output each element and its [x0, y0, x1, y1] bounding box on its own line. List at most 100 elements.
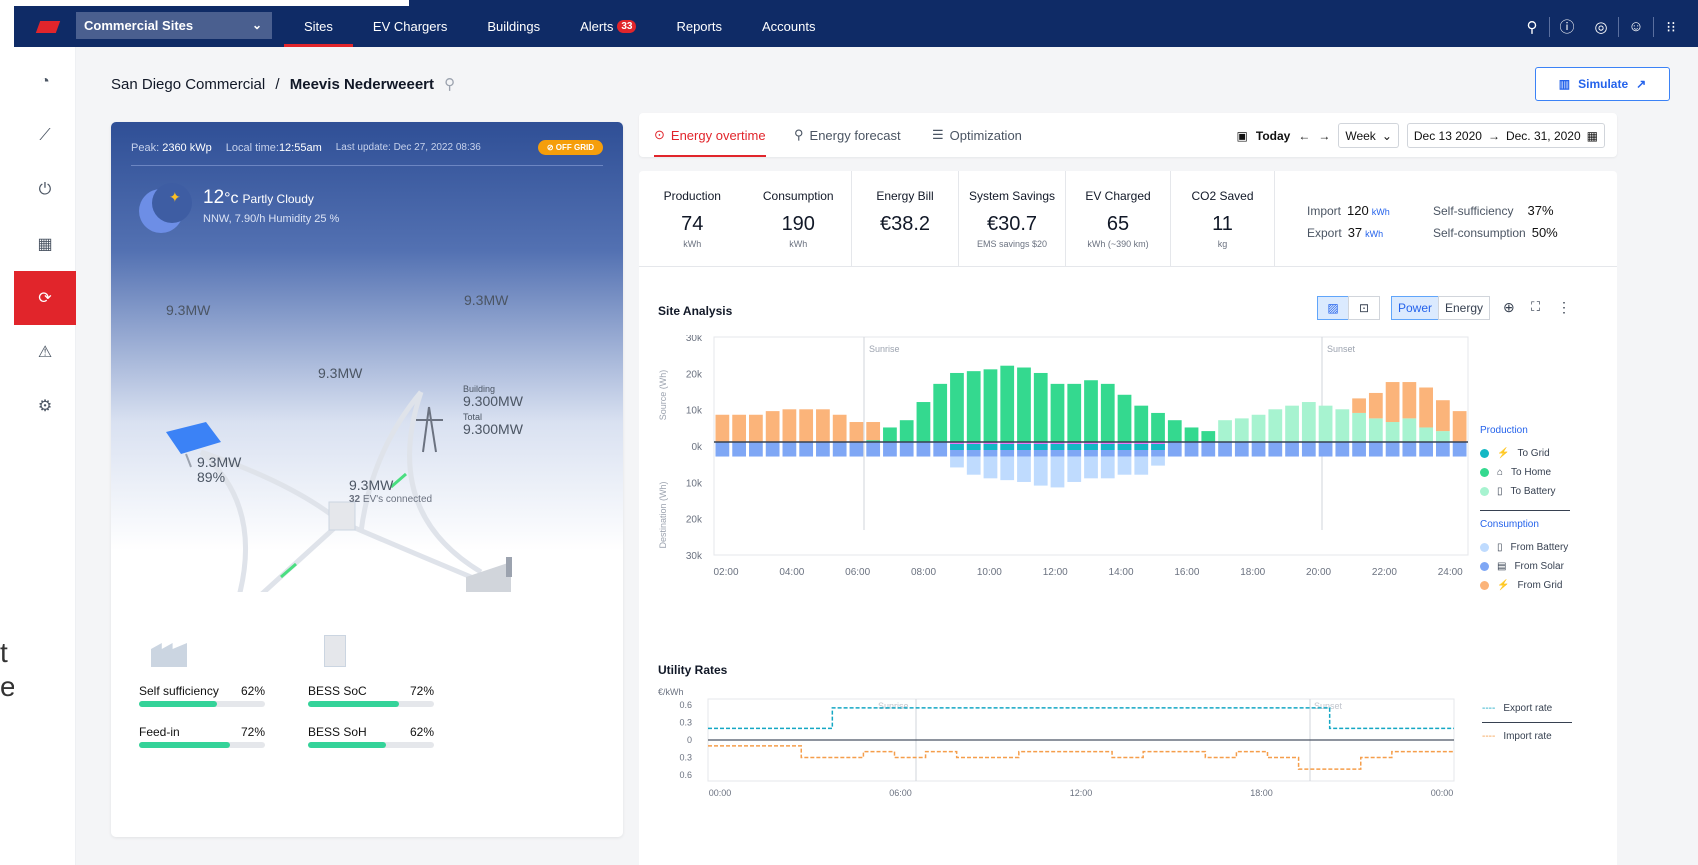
sidebar-building-icon[interactable]: ▦ [14, 217, 76, 271]
y-tick-label: 30k [686, 335, 703, 344]
x-tick-label: 04:00 [779, 567, 804, 578]
bar-from-solar [1251, 442, 1266, 457]
bar-to-home [1017, 367, 1031, 442]
breadcrumb-parent[interactable]: San Diego Commercial [111, 76, 265, 93]
bar-to-grid [1017, 444, 1031, 450]
bar-from-solar [1335, 442, 1350, 457]
bar-from-solar [899, 442, 914, 457]
tab-energy-forecast[interactable]: ⚲ Energy forecast [794, 113, 901, 157]
x-tick-label: 00:00 [1431, 788, 1454, 798]
sidebar-charger-icon[interactable]: ⏻ [14, 163, 76, 217]
energy-flow-diagram [166, 390, 512, 592]
sidebar-settings-icon[interactable]: ⚙ [14, 379, 76, 433]
energy-toggle[interactable]: Energy [1438, 296, 1490, 320]
nav-reports[interactable]: Reports [656, 6, 742, 47]
bar-from-solar [1402, 442, 1417, 457]
nav-alerts[interactable]: Alerts 33 [560, 6, 656, 47]
external-link-icon: ↗ [1636, 77, 1647, 91]
bar-from-solar [1201, 442, 1216, 457]
y-tick-label: 20k [686, 515, 703, 526]
bar-from-grid [866, 422, 881, 441]
brand-logo[interactable] [35, 20, 61, 33]
help-icon[interactable]: ⓘ [1550, 16, 1584, 37]
legend-export-rate[interactable]: ---- Export rate [1482, 699, 1572, 718]
telescope-icon: ⚲ [794, 127, 804, 142]
bar-to-grid [1100, 444, 1115, 450]
legend-to-home[interactable]: ⌂ To Home [1480, 463, 1570, 482]
bar-from-battery [1050, 456, 1065, 488]
breadcrumb: San Diego Commercial / Meevis Nederweeer… [111, 76, 456, 93]
bar-from-solar [1218, 442, 1232, 457]
fullscreen-icon[interactable]: ⛶ [1531, 299, 1540, 315]
support-icon[interactable]: ◎ [1584, 18, 1618, 36]
x-tick-label: 14:00 [1109, 567, 1134, 578]
period-select[interactable]: Week ⌄ [1338, 123, 1399, 148]
more-icon[interactable]: ⋮ [1557, 299, 1571, 316]
nav-ev-chargers[interactable]: EV Chargers [353, 6, 467, 47]
date-range-picker[interactable]: Dec 13 2020 → Dec. 31, 2020 ▦ [1406, 123, 1605, 148]
sidebar-dashboard-icon[interactable]: ◔ [14, 55, 76, 109]
window-edge [0, 0, 14, 865]
today-button[interactable]: Today [1256, 129, 1290, 143]
bar-to-grid [1134, 444, 1149, 450]
apps-icon[interactable]: ⁝⁝ [1654, 18, 1688, 36]
search-icon[interactable]: ⚲ [1515, 18, 1549, 36]
site-analysis-title: Site Analysis [658, 304, 733, 318]
legend-to-battery[interactable]: ▯ To Battery [1480, 482, 1570, 501]
zoom-icon[interactable]: ⊕ [1503, 299, 1515, 316]
y-tick-label: 0.3 [679, 753, 692, 763]
sunrise-label: Sunrise [878, 701, 909, 711]
metrics-bar: Production 74 kWh Consumption 190 kWh Energy… [639, 171, 1617, 267]
panel-header: Peak: 2360 kWp Local time:12:55am Last u… [131, 138, 603, 166]
legend-from-grid[interactable]: ⚡ From Grid [1480, 576, 1570, 595]
bar-to-battery [1318, 405, 1333, 442]
bar-to-battery [1419, 427, 1433, 442]
legend-from-solar[interactable]: ▤ From Solar [1480, 557, 1570, 576]
bar-to-grid [1033, 444, 1048, 450]
simulate-button[interactable]: ▥ Simulate ↗ [1535, 67, 1670, 101]
bar-to-grid [1067, 444, 1082, 450]
legend-from-battery[interactable]: ▯ From Battery [1480, 538, 1570, 557]
next-arrow-icon[interactable]: → [1318, 129, 1330, 143]
sidebar-analytics-icon[interactable]: ⟋ [14, 109, 76, 163]
chart-view-icon[interactable]: ▨ [1317, 296, 1349, 320]
bar-from-battery [1067, 456, 1082, 482]
stat-feed-in: Feed-in 72% [139, 725, 265, 739]
sidebar-alert-icon[interactable]: ⚠ [14, 325, 76, 379]
bar-to-home [1067, 383, 1082, 442]
bar-to-grid [1050, 444, 1065, 450]
solar-icon: ▤ [1497, 561, 1507, 572]
bar-from-battery [1151, 456, 1165, 466]
building-total-value: 9.300MW [463, 421, 523, 437]
off-grid-badge: ⊘ OFF GRID [537, 140, 603, 155]
bar-to-battery [1301, 402, 1316, 442]
site-selector[interactable]: Commercial Sites ⌄ [76, 12, 272, 39]
legend-import-rate[interactable]: ---- Import rate [1482, 727, 1572, 746]
bar-from-solar [832, 442, 847, 457]
user-icon[interactable]: ☺ [1619, 18, 1653, 35]
bar-from-solar [1419, 442, 1433, 457]
bar-to-home [1000, 365, 1015, 442]
tab-optimization[interactable]: ☰ Optimization [932, 113, 1022, 157]
alerts-count-badge: 33 [617, 20, 637, 33]
table-view-icon[interactable]: ⊡ [1348, 296, 1380, 320]
sidebar-energy-flow-icon[interactable]: ⟳ [14, 271, 76, 325]
nav-sites[interactable]: Sites [284, 6, 353, 47]
weather-widget: ✦ 12°c Partly Cloudy NNW, 7.90/h Humidity… [139, 183, 439, 237]
power-toggle[interactable]: Power [1391, 296, 1439, 320]
nav-buildings[interactable]: Buildings [467, 6, 560, 47]
x-tick-label: 12:00 [1043, 567, 1068, 578]
x-tick-label: 18:00 [1240, 567, 1265, 578]
x-tick-label: 16:00 [1174, 567, 1199, 578]
tab-energy-overtime[interactable]: ⊙ Energy overtime [654, 113, 766, 157]
search-icon[interactable]: ⚲ [444, 76, 455, 93]
factory-icon [151, 643, 187, 667]
nav-accounts[interactable]: Accounts [742, 6, 835, 47]
calendar-icon[interactable]: ▣ [1237, 129, 1248, 143]
bar-from-solar [1452, 442, 1467, 457]
bar-to-home [916, 402, 931, 442]
top-icons: ⚲ ⓘ ◎ ☺ ⁝⁝ [1515, 6, 1688, 47]
utility-rates-legend: ---- Export rate ---- Import rate [1482, 699, 1572, 746]
prev-arrow-icon[interactable]: ← [1298, 129, 1310, 143]
legend-to-grid[interactable]: ⚡ To Grid [1480, 444, 1570, 463]
